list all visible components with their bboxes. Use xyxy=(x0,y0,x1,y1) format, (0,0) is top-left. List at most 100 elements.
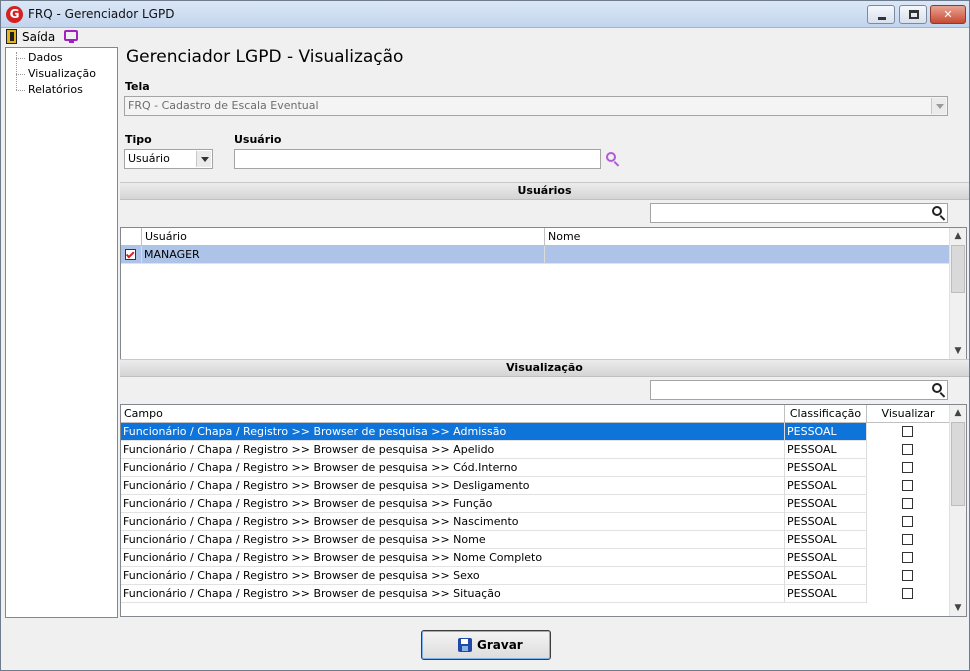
menu-bar: Saída xyxy=(1,28,969,46)
visualizar-checkbox[interactable] xyxy=(902,444,913,455)
search-icon[interactable] xyxy=(932,383,948,399)
visualizar-cell[interactable] xyxy=(867,531,950,549)
classificacao-cell: PESSOAL xyxy=(785,585,867,603)
maximize-icon xyxy=(909,10,919,19)
minimize-button[interactable] xyxy=(867,5,895,24)
classificacao-cell: PESSOAL xyxy=(785,513,867,531)
visualizar-cell[interactable] xyxy=(867,441,950,459)
visualizar-checkbox[interactable] xyxy=(902,552,913,563)
usuarios-scrollbar[interactable]: ▲ ▼ xyxy=(949,228,966,359)
table-row[interactable]: Funcionário / Chapa / Registro >> Browse… xyxy=(121,495,950,513)
visualizacao-grid: Campo Classificação Visualizar Funcionár… xyxy=(120,404,967,617)
table-row[interactable]: MANAGER xyxy=(121,246,950,264)
tree-item-visualizacao[interactable]: Visualização xyxy=(28,67,96,80)
tipo-label: Tipo xyxy=(125,133,152,146)
chevron-down-icon xyxy=(931,98,946,114)
visualizar-checkbox[interactable] xyxy=(902,516,913,527)
visualizar-cell[interactable] xyxy=(867,513,950,531)
user-lookup-search-icon[interactable] xyxy=(606,152,622,168)
screen-icon[interactable] xyxy=(64,30,78,43)
visualizacao-section-header: Visualização xyxy=(120,359,969,377)
scroll-down-icon[interactable]: ▼ xyxy=(950,343,966,359)
classificacao-cell: PESSOAL xyxy=(785,459,867,477)
visualizar-cell[interactable] xyxy=(867,549,950,567)
visualizar-checkbox[interactable] xyxy=(902,534,913,545)
header-select-column xyxy=(121,228,142,246)
visualizar-checkbox[interactable] xyxy=(902,588,913,599)
table-row[interactable]: Funcionário / Chapa / Registro >> Browse… xyxy=(121,567,950,585)
visualizar-cell[interactable] xyxy=(867,459,950,477)
scroll-down-icon[interactable]: ▼ xyxy=(950,600,966,616)
tela-select[interactable]: FRQ - Cadastro de Escala Eventual xyxy=(124,96,948,116)
app-logo-icon: G xyxy=(6,6,23,23)
save-button[interactable]: Gravar xyxy=(421,630,551,660)
table-row[interactable]: Funcionário / Chapa / Registro >> Browse… xyxy=(121,441,950,459)
header-visualizar[interactable]: Visualizar xyxy=(867,405,950,423)
table-row[interactable]: Funcionário / Chapa / Registro >> Browse… xyxy=(121,585,950,603)
visualizar-checkbox[interactable] xyxy=(902,480,913,491)
campo-cell: Funcionário / Chapa / Registro >> Browse… xyxy=(121,477,785,495)
tree-item-relatorios[interactable]: Relatórios xyxy=(28,83,83,96)
table-row[interactable]: Funcionário / Chapa / Registro >> Browse… xyxy=(121,549,950,567)
usuario-input[interactable] xyxy=(234,149,601,169)
tipo-select-value: Usuário xyxy=(128,152,170,165)
visualizar-cell[interactable] xyxy=(867,495,950,513)
visualizar-checkbox[interactable] xyxy=(902,498,913,509)
maximize-button[interactable] xyxy=(899,5,927,24)
visualizar-cell[interactable] xyxy=(867,423,950,441)
classificacao-cell: PESSOAL xyxy=(785,549,867,567)
tree-item-dados[interactable]: Dados xyxy=(28,51,63,64)
visualizacao-grid-header: Campo Classificação Visualizar xyxy=(121,405,950,423)
scroll-up-icon[interactable]: ▲ xyxy=(950,405,966,421)
header-classificacao[interactable]: Classificação xyxy=(785,405,867,423)
search-icon[interactable] xyxy=(932,206,948,222)
tela-select-value: FRQ - Cadastro de Escala Eventual xyxy=(128,99,319,112)
classificacao-cell: PESSOAL xyxy=(785,441,867,459)
row-checkbox[interactable] xyxy=(125,249,136,260)
tela-label: Tela xyxy=(125,80,150,93)
table-row[interactable]: Funcionário / Chapa / Registro >> Browse… xyxy=(121,477,950,495)
campo-cell: Funcionário / Chapa / Registro >> Browse… xyxy=(121,549,785,567)
scroll-thumb[interactable] xyxy=(951,245,965,293)
table-row[interactable]: Funcionário / Chapa / Registro >> Browse… xyxy=(121,423,950,441)
header-nome[interactable]: Nome xyxy=(545,228,950,246)
visualizar-cell[interactable] xyxy=(867,585,950,603)
visualizar-checkbox[interactable] xyxy=(902,426,913,437)
campo-cell: Funcionário / Chapa / Registro >> Browse… xyxy=(121,441,785,459)
table-row[interactable]: Funcionário / Chapa / Registro >> Browse… xyxy=(121,531,950,549)
campo-cell: Funcionário / Chapa / Registro >> Browse… xyxy=(121,459,785,477)
row-select-cell[interactable] xyxy=(121,246,142,264)
table-row[interactable]: Funcionário / Chapa / Registro >> Browse… xyxy=(121,459,950,477)
nome-cell xyxy=(545,246,950,264)
table-row[interactable]: Funcionário / Chapa / Registro >> Browse… xyxy=(121,513,950,531)
visualizacao-filter-input[interactable] xyxy=(650,380,948,400)
visualizar-checkbox[interactable] xyxy=(902,570,913,581)
campo-cell: Funcionário / Chapa / Registro >> Browse… xyxy=(121,495,785,513)
header-usuario[interactable]: Usuário xyxy=(142,228,545,246)
exit-door-icon[interactable] xyxy=(6,29,17,44)
scroll-thumb[interactable] xyxy=(951,422,965,506)
scroll-up-icon[interactable]: ▲ xyxy=(950,228,966,244)
header-campo[interactable]: Campo xyxy=(121,405,785,423)
tipo-select[interactable]: Usuário xyxy=(124,149,213,169)
exit-menu-item[interactable]: Saída xyxy=(22,30,55,44)
app-window: G FRQ - Gerenciador LGPD ✕ Saída Dados V… xyxy=(0,0,970,671)
page-title: Gerenciador LGPD - Visualização xyxy=(126,47,404,67)
classificacao-cell: PESSOAL xyxy=(785,567,867,585)
close-button[interactable]: ✕ xyxy=(930,5,966,24)
tree-connector xyxy=(16,74,25,75)
campo-cell: Funcionário / Chapa / Registro >> Browse… xyxy=(121,513,785,531)
usuarios-filter-input[interactable] xyxy=(650,203,948,223)
usuario-label: Usuário xyxy=(234,133,282,146)
visualizar-checkbox[interactable] xyxy=(902,462,913,473)
visualizar-cell[interactable] xyxy=(867,477,950,495)
navigation-tree: Dados Visualização Relatórios xyxy=(5,47,118,618)
window-title: FRQ - Gerenciador LGPD xyxy=(28,7,175,21)
usuario-cell: MANAGER xyxy=(142,246,545,264)
close-icon: ✕ xyxy=(943,8,953,21)
floppy-disk-icon xyxy=(458,638,472,652)
usuarios-grid: Usuário Nome MANAGER ▲ ▼ xyxy=(120,227,967,360)
visualizar-cell[interactable] xyxy=(867,567,950,585)
visualizacao-scrollbar[interactable]: ▲ ▼ xyxy=(949,405,966,616)
save-button-label: Gravar xyxy=(477,638,523,652)
